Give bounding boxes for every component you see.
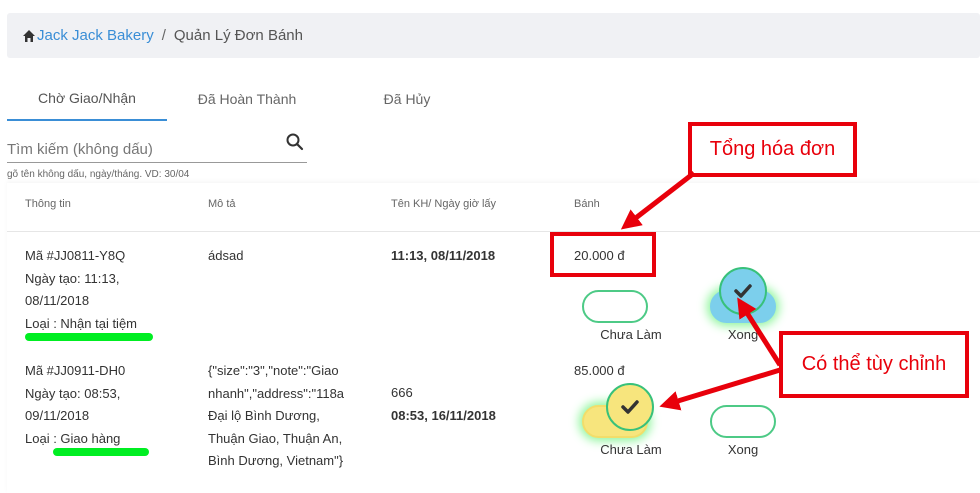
arrow-to-wip-toggle: [659, 367, 781, 411]
annotation-arrows: [620, 171, 783, 411]
arrow-to-done-toggle: [737, 297, 783, 367]
arrow-to-total: [620, 171, 696, 230]
